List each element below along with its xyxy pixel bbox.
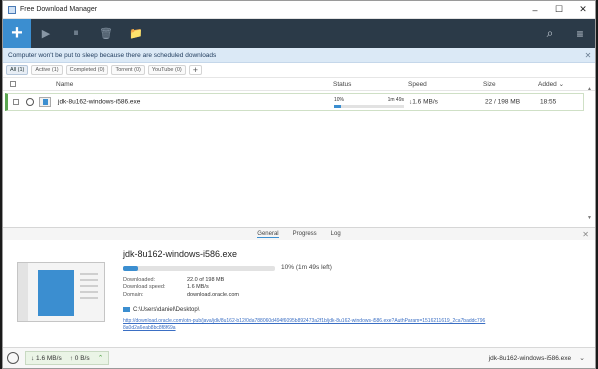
details-info: Downloaded: 22.0 of 198 MB Download speed… (123, 277, 239, 299)
details-progress-bar (123, 266, 275, 271)
status-percent: 10% (334, 97, 345, 103)
toolbar: + ▶ ⏸ 🗑 📁 ⌕ ≡ (3, 19, 595, 48)
total-download-speed: ↓ 1.6 MB/s (31, 354, 62, 362)
row-progress-bar (334, 105, 404, 108)
status-file-name[interactable]: jdk-8u162-windows-i586.exe (489, 355, 571, 362)
domain-value: download.oracle.com (187, 291, 239, 298)
details-close-icon[interactable]: ✕ (582, 230, 589, 239)
tab-general[interactable]: General (257, 231, 279, 238)
file-preview (17, 262, 105, 322)
traffic-caret-icon: ⌃ (97, 355, 104, 362)
details-progress-text: 10% (1m 49s left) (281, 264, 332, 271)
download-row[interactable]: jdk-8u162-windows-i586.exe 10% 1m 49s ↓1… (5, 93, 584, 111)
menu-icon[interactable]: ≡ (565, 19, 595, 48)
delete-icon[interactable]: 🗑 (91, 19, 121, 48)
sleep-notice: Computer won't be put to sleep because t… (3, 48, 595, 63)
status-eta: 1m 49s (387, 97, 404, 103)
select-all-checkbox[interactable] (10, 81, 16, 87)
details-title: jdk-8u162-windows-i586.exe (123, 249, 238, 259)
download-name: jdk-8u162-windows-i586.exe (58, 98, 141, 106)
filter-completed[interactable]: Completed (0) (65, 65, 109, 75)
column-status[interactable]: Status (333, 81, 351, 88)
filter-active[interactable]: Active (1) (31, 65, 63, 75)
download-status: 10% 1m 49s (334, 97, 404, 108)
speed-label: Download speed: (123, 284, 166, 291)
details-panel: General Progress Log ✕ jdk-8u162-windows… (3, 227, 595, 351)
status-bar: ↓ 1.6 MB/s ↑ 0 B/s ⌃ jdk-8u162-windows-i… (3, 347, 595, 368)
download-added: 18:55 (540, 98, 557, 106)
list-header: Name Status Speed Size Added ⌄ (3, 77, 595, 91)
speed-value: 1.6 MB/s (187, 284, 209, 291)
notice-close-icon[interactable]: ✕ (581, 51, 595, 60)
folder-path: C:\Users\daniel\Desktop\ (133, 307, 200, 314)
filter-youtube[interactable]: YouTube (0) (147, 65, 186, 75)
downloaded-label: Downloaded: (123, 277, 156, 283)
download-speed: ↓1.6 MB/s (409, 98, 438, 106)
minimize-button[interactable]: – (523, 1, 547, 18)
download-size: 22 / 198 MB (485, 98, 521, 106)
save-folder[interactable]: C:\Users\daniel\Desktop\ (123, 307, 199, 313)
details-progress-fill (123, 266, 139, 271)
total-upload-speed: ↑ 0 B/s (69, 354, 90, 362)
folder-icon (123, 307, 130, 312)
row-checkbox[interactable] (13, 99, 19, 105)
title-bar: Free Download Manager – ☐ ✕ (3, 1, 595, 19)
filter-torrent[interactable]: Torrent (0) (111, 65, 145, 75)
speed-mode-icon[interactable] (7, 352, 19, 364)
filter-all[interactable]: All (1) (6, 65, 29, 75)
tab-log[interactable]: Log (331, 231, 341, 237)
status-file-caret-icon[interactable]: ⌄ (579, 354, 585, 362)
domain-label: Domain: (123, 291, 144, 298)
add-filter-button[interactable]: + (188, 65, 202, 75)
maximize-button[interactable]: ☐ (547, 1, 571, 18)
filter-tabs: All (1) Active (1) Completed (0) Torrent… (3, 63, 595, 77)
column-name[interactable]: Name (56, 81, 73, 88)
notice-text: Computer won't be put to sleep because t… (8, 51, 217, 59)
column-speed[interactable]: Speed (408, 81, 427, 88)
app-icon (8, 5, 16, 14)
move-icon[interactable]: 📁 (121, 19, 151, 48)
add-download-button[interactable]: + (3, 19, 31, 48)
row-progress-fill (334, 105, 341, 108)
scroll-down-icon[interactable]: ▼ (586, 215, 593, 221)
close-button[interactable]: ✕ (571, 1, 595, 18)
scheduled-clock-icon (26, 98, 34, 106)
resume-icon[interactable]: ▶ (31, 19, 61, 48)
file-thumbnail-icon (39, 97, 51, 107)
list-scrollbar[interactable]: ▲ ▼ (586, 86, 593, 221)
app-window: Free Download Manager – ☐ ✕ + ▶ ⏸ 🗑 📁 ⌕ … (2, 0, 596, 369)
tab-progress[interactable]: Progress (293, 231, 317, 237)
downloaded-value: 22.0 of 198 MB (187, 277, 225, 283)
column-added[interactable]: Added ⌄ (538, 80, 564, 88)
window-title: Free Download Manager (20, 6, 98, 13)
details-tabs: General Progress Log ✕ (3, 228, 595, 240)
search-icon[interactable]: ⌕ (535, 19, 565, 48)
column-size[interactable]: Size (483, 81, 496, 88)
pause-icon[interactable]: ⏸ (61, 19, 91, 48)
scroll-up-icon[interactable]: ▲ (586, 86, 593, 92)
traffic-summary[interactable]: ↓ 1.6 MB/s ↑ 0 B/s ⌃ (25, 351, 110, 365)
source-url-link[interactable]: http://download.oracle.com/otn-pub/java/… (123, 318, 488, 331)
